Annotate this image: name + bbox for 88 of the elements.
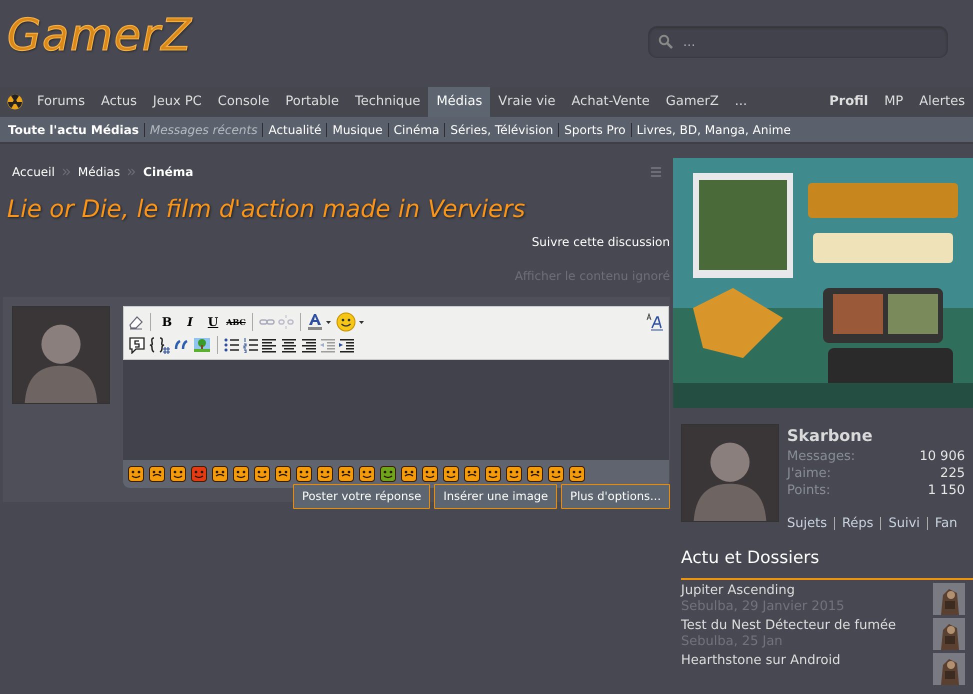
subnav-link[interactable]: Cinéma — [388, 122, 444, 136]
form-button[interactable]: Plus d'options... — [561, 484, 670, 510]
chevron-icon — [128, 168, 136, 176]
nav-tab[interactable]: Actus — [93, 87, 145, 117]
format-button[interactable]: I — [180, 312, 200, 332]
profile-link[interactable]: Fan — [926, 517, 964, 530]
nav-tab[interactable]: Achat-Vente — [564, 87, 658, 117]
subnav-link[interactable]: Sports Pro — [558, 122, 631, 136]
font-size-icon[interactable] — [646, 312, 664, 330]
smiley-icon[interactable] — [212, 466, 228, 482]
align-right-icon[interactable] — [300, 336, 316, 352]
smiley-icon[interactable] — [422, 466, 438, 482]
profile-link[interactable]: Suivi — [880, 517, 927, 530]
smiley-icon[interactable] — [275, 466, 291, 482]
follow-link[interactable]: Suivre cette discussion — [532, 235, 670, 249]
nav-link[interactable]: Alertes — [911, 87, 973, 117]
stat-label: Messages: — [787, 448, 856, 465]
stat-label: J'aime: — [787, 465, 832, 482]
smiley-icon[interactable] — [296, 466, 312, 482]
eraser-icon[interactable] — [128, 314, 144, 330]
news-link[interactable]: Hearthstone sur Android — [681, 652, 840, 668]
smiley-icon[interactable] — [359, 466, 375, 482]
align-left-icon[interactable] — [262, 336, 278, 352]
news-link[interactable]: Jupiter Ascending — [681, 582, 844, 598]
stat-value: 10 906 — [920, 448, 965, 465]
speech-bubble-icon[interactable] — [128, 336, 146, 354]
chevron-icon — [62, 168, 70, 176]
username: Skarbone — [787, 425, 874, 447]
breadcrumb-link[interactable]: Accueil — [12, 163, 55, 181]
smiley-icon[interactable] — [233, 466, 249, 482]
profile-link[interactable]: Sujets — [787, 517, 834, 530]
form-button[interactable]: Insérer une image — [434, 484, 558, 510]
format-button[interactable]: B — [157, 312, 177, 332]
smiley-icon[interactable] — [128, 466, 144, 482]
smiley-icon[interactable] — [336, 312, 366, 332]
smiley-icon[interactable] — [149, 466, 165, 482]
stat-value: 1 150 — [928, 482, 965, 499]
nav-tab[interactable]: GamerZ — [658, 87, 727, 117]
smiley-icon[interactable] — [527, 466, 543, 482]
nav-tab[interactable]: ... — [726, 87, 756, 117]
section-heading: Actu et Dossiers — [681, 540, 973, 580]
subnav-link[interactable]: Musique — [326, 122, 388, 136]
smiley-icon[interactable] — [464, 466, 480, 482]
search-icon — [658, 34, 674, 50]
indent-icon[interactable] — [338, 336, 354, 352]
smiley-icon[interactable] — [401, 466, 417, 482]
align-center-icon[interactable] — [281, 336, 297, 352]
nav-tab[interactable]: Forums — [29, 87, 93, 117]
news-link[interactable]: Test du Nest Détecteur de fumée — [681, 618, 896, 634]
smiley-icon[interactable] — [338, 466, 354, 482]
subnav-link[interactable]: Livres, BD, Manga, Anime — [630, 122, 796, 136]
nav-tab[interactable]: Jeux PC — [144, 87, 210, 117]
subnav-link[interactable]: Séries, Télévision — [444, 122, 558, 136]
format-button[interactable]: U — [203, 312, 223, 332]
format-button[interactable]: ABC — [226, 312, 246, 332]
nav-link[interactable]: Profil — [821, 87, 876, 117]
smiley-icon[interactable] — [506, 466, 522, 482]
nav-tab[interactable]: Portable — [277, 87, 347, 117]
smiley-icon[interactable] — [485, 466, 501, 482]
nav-tab[interactable]: Console — [210, 87, 278, 117]
smiley-icon[interactable] — [170, 466, 186, 482]
subnav-link[interactable]: Toute l'actu Médias — [3, 122, 144, 136]
search-field[interactable]: ... — [648, 26, 948, 58]
stat-value: 225 — [940, 465, 965, 482]
smiley-icon[interactable] — [569, 466, 585, 482]
thread-title: Lie or Die, le film d'action made in Verviers — [7, 194, 526, 225]
smiley-icon[interactable] — [548, 466, 564, 482]
nav-tab[interactable]: Médias — [428, 87, 490, 117]
text-color-icon[interactable] — [307, 312, 333, 330]
subnav-link[interactable]: Actualité — [262, 122, 326, 136]
nav-tab[interactable]: Vraie vie — [490, 87, 564, 117]
profile-link[interactable]: Réps — [834, 517, 880, 530]
form-button[interactable]: Poster votre réponse — [293, 484, 430, 510]
numbered-list-icon[interactable] — [243, 336, 259, 352]
stat-label: Points: — [787, 482, 830, 499]
smiley-icon[interactable] — [443, 466, 459, 482]
image-icon[interactable] — [193, 336, 211, 352]
bullet-list-icon[interactable] — [224, 336, 240, 352]
smiley-icon[interactable] — [254, 466, 270, 482]
nav-tab[interactable]: Technique — [346, 87, 428, 117]
message-field[interactable] — [123, 360, 669, 460]
breadcrumb-link[interactable]: Médias — [78, 163, 120, 181]
smiley-icon[interactable] — [380, 466, 396, 482]
radiation-icon[interactable] — [7, 94, 23, 110]
code-icon[interactable] — [149, 336, 171, 354]
breadcrumb-link[interactable]: Cinéma — [143, 163, 194, 181]
smiley-icon[interactable] — [317, 466, 333, 482]
nav-link[interactable]: MP — [876, 87, 912, 117]
